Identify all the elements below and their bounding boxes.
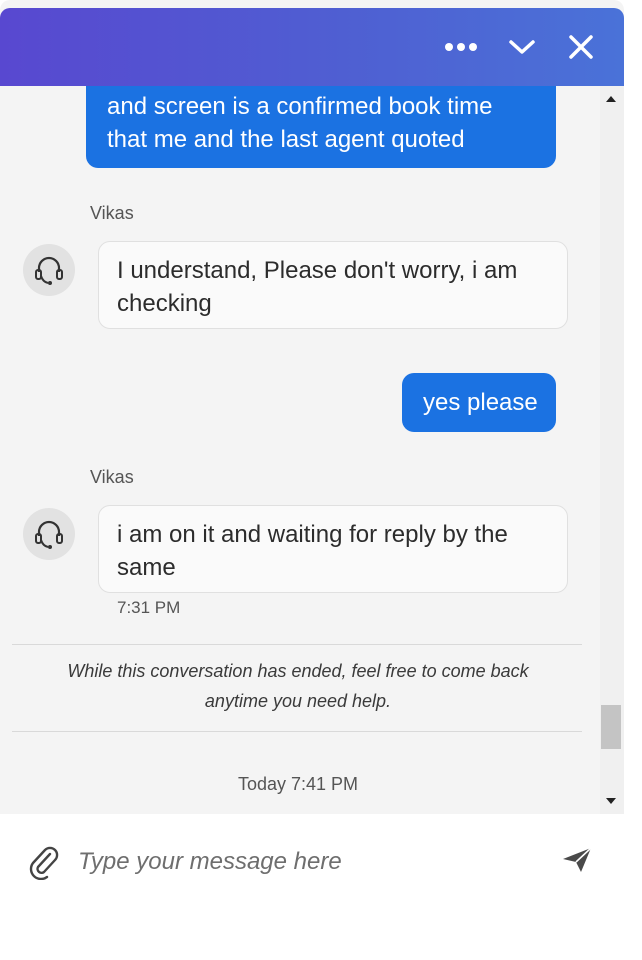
paperclip-icon[interactable] (26, 844, 60, 881)
headset-icon (35, 256, 63, 285)
message-line: that me and the last agent quoted (107, 126, 465, 153)
user-message-bubble: and screen is a confirmed book time that… (86, 86, 556, 168)
agent-message-bubble: i am on it and waiting for reply by the … (98, 505, 568, 593)
agent-sender-name: Vikas (90, 467, 134, 487)
close-icon[interactable] (564, 30, 598, 64)
user-message-bubble: yes please (402, 373, 556, 432)
scroll-up-arrow-icon[interactable] (606, 96, 616, 102)
divider (12, 731, 582, 732)
chevron-down-icon[interactable] (505, 30, 539, 64)
page-gutter (624, 0, 642, 960)
chat-window: and screen is a confirmed book time that… (0, 0, 624, 960)
notice-line: While this conversation has ended, feel … (67, 661, 529, 681)
message-line: same (117, 554, 176, 581)
agent-avatar (23, 508, 75, 560)
divider (12, 644, 582, 645)
message-timestamp: 7:31 PM (117, 598, 181, 617)
conversation-ended-notice: While this conversation has ended, feel … (40, 656, 556, 716)
message-line: yes please (423, 389, 538, 416)
message-transcript[interactable]: and screen is a confirmed book time that… (0, 86, 600, 814)
scrollbar-thumb[interactable] (601, 705, 621, 749)
ellipsis-icon[interactable] (444, 30, 478, 64)
transcript-scrollbar[interactable] (600, 86, 624, 814)
agent-message-bubble: I understand, Please don't worry, i am c… (98, 241, 568, 329)
scroll-down-arrow-icon[interactable] (606, 798, 616, 804)
headset-icon (35, 520, 63, 549)
message-line: checking (117, 290, 212, 317)
send-icon[interactable] (560, 846, 596, 878)
agent-sender-name: Vikas (90, 203, 134, 223)
message-line: and screen is a confirmed book time (107, 93, 493, 120)
agent-avatar (23, 244, 75, 296)
message-line: i am on it and waiting for reply by the (117, 521, 508, 548)
chat-header (0, 8, 624, 86)
day-timestamp: Today 7:41 PM (237, 774, 359, 794)
message-input[interactable] (78, 842, 548, 882)
notice-line: anytime you need help. (204, 691, 392, 711)
message-line: I understand, Please don't worry, i am (117, 257, 518, 284)
message-composer (0, 814, 624, 960)
